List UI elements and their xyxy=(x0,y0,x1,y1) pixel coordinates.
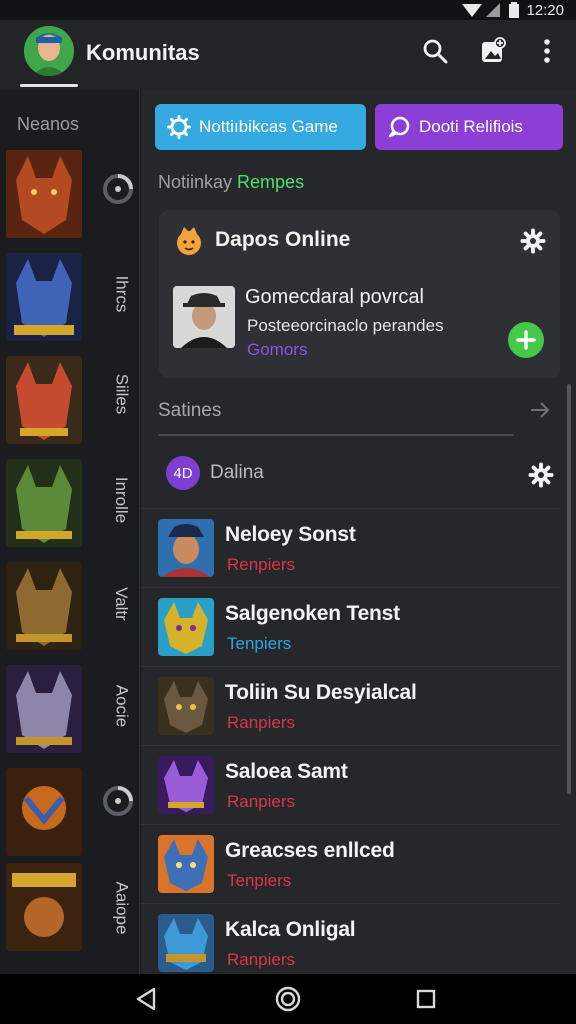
left-rail: Neanos Ihrcs Siiles Inrolle Valtr Aocie … xyxy=(0,90,140,974)
card-headline: Gomecdaral povrcal xyxy=(245,286,424,308)
compose-button[interactable] xyxy=(478,36,508,66)
game-notifications-button[interactable]: Nottiıbikcas Game xyxy=(155,104,366,150)
rail-thumb[interactable] xyxy=(6,562,82,650)
chat-icon xyxy=(388,116,410,138)
section-label: Satines xyxy=(158,400,222,421)
status-bar: 12:20 xyxy=(0,0,576,20)
rail-thumb[interactable] xyxy=(6,863,82,951)
server-settings-button[interactable] xyxy=(528,462,554,488)
card-description: Posteeorcinaclo perandes xyxy=(247,316,444,335)
game-thumbnail xyxy=(158,756,214,814)
direct-notifications-button[interactable]: Dooti Relifiois xyxy=(375,104,563,150)
game-thumbnail xyxy=(158,835,214,893)
list-item-title: Greacses enllced xyxy=(225,839,395,862)
list-item-title: Neloey Sonst xyxy=(225,523,356,546)
app-bar: Komunitas xyxy=(0,20,576,90)
battery-icon xyxy=(509,2,520,18)
card-title: Dapos Online xyxy=(215,228,351,251)
card-tag: Gomors xyxy=(247,340,308,359)
direct-notifications-label: Dooti Relifiois xyxy=(419,117,523,136)
server-icon: 4D xyxy=(166,456,200,490)
list-item[interactable]: Greacses enllced Tenpiers xyxy=(141,824,561,902)
plus-icon xyxy=(516,330,536,350)
list-item-title: Salgenoken Tenst xyxy=(225,602,400,625)
section-header[interactable]: Satines xyxy=(158,396,558,436)
section-subheading: Notiinkay Rempes xyxy=(158,172,305,192)
home-button[interactable] xyxy=(275,986,301,1012)
game-thumbnail xyxy=(158,914,214,972)
search-icon xyxy=(423,39,448,64)
rail-label: Siiles xyxy=(112,373,131,415)
rail-refresh-button[interactable] xyxy=(101,784,135,818)
rail-title: Neanos xyxy=(17,114,80,134)
list-item-title: Saloea Samt xyxy=(225,760,348,783)
list-item-subtitle: Tenpiers xyxy=(227,871,292,890)
search-button[interactable] xyxy=(420,36,450,66)
rail-label: Aaiope xyxy=(112,881,131,935)
recents-button[interactable] xyxy=(413,986,439,1012)
main-panel: Nottiıbikcas Game Dooti Relifiois Notiin… xyxy=(141,90,576,974)
page-title: Komunitas xyxy=(86,40,200,65)
refresh-ring-icon xyxy=(103,786,133,816)
rail-label: Inrolle xyxy=(112,476,131,524)
scrollbar[interactable] xyxy=(567,384,571,794)
system-nav-bar xyxy=(0,974,576,1024)
rail-label: Ihrcs xyxy=(112,275,131,313)
list-item-title: Kalca Onligal xyxy=(225,918,356,941)
active-indicator xyxy=(20,84,78,87)
list-item-subtitle: Ranpiers xyxy=(227,713,296,732)
rail-label: Aocie xyxy=(112,684,131,728)
rail-thumb[interactable] xyxy=(6,665,82,753)
back-triangle-icon xyxy=(136,987,156,1011)
list-item[interactable]: Toliin Su Desyialcal Ranpiers xyxy=(141,666,561,744)
add-button[interactable] xyxy=(508,322,544,358)
rail-thumb[interactable] xyxy=(6,253,82,341)
game-thumbnail xyxy=(158,598,214,656)
signal-icon xyxy=(462,3,501,17)
game-thumbnail xyxy=(158,519,214,577)
list-item-title: Toliin Su Desyialcal xyxy=(225,681,417,704)
profile-photo xyxy=(173,286,235,348)
crown-face-icon xyxy=(173,224,205,256)
list-item[interactable]: Salgenoken Tenst Tenpiers xyxy=(141,587,561,665)
rail-thumb[interactable] xyxy=(6,356,82,444)
card-settings-button[interactable] xyxy=(520,228,546,254)
game-thumbnail xyxy=(158,677,214,735)
arrow-right-icon[interactable] xyxy=(528,398,552,422)
list-item-subtitle: Renpiers xyxy=(227,555,296,574)
status-time: 12:20 xyxy=(526,1,564,19)
featured-card[interactable]: Dapos Online Gomecdaral povrcal Posteeor… xyxy=(159,210,560,378)
avatar[interactable] xyxy=(24,26,74,76)
back-button[interactable] xyxy=(134,986,160,1012)
rail-thumb[interactable] xyxy=(6,768,82,856)
rail-thumb[interactable] xyxy=(6,459,82,547)
more-vertical-icon xyxy=(544,39,550,63)
server-name: Dalina xyxy=(210,462,264,483)
game-notifications-label: Nottiıbikcas Game xyxy=(199,117,338,136)
list-item-subtitle: Tenpiers xyxy=(227,634,292,653)
refresh-ring-icon xyxy=(103,174,133,204)
rail-label: Valtr xyxy=(111,587,131,621)
home-circle-icon xyxy=(275,986,301,1012)
recents-square-icon xyxy=(416,989,436,1009)
list-item-subtitle: Ranpiers xyxy=(227,950,296,969)
settings-gear-icon xyxy=(528,462,554,488)
rail-refresh-button[interactable] xyxy=(101,172,135,206)
server-header[interactable]: 4D Dalina xyxy=(158,452,558,496)
list-item-subtitle: Ranpiers xyxy=(227,792,296,811)
compose-image-icon xyxy=(482,37,506,62)
list-item[interactable]: Kalca Onligal Ranpiers xyxy=(141,903,561,981)
overflow-menu-button[interactable] xyxy=(532,36,562,66)
list-item[interactable]: Saloea Samt Ranpiers xyxy=(141,745,561,823)
rail-thumb[interactable] xyxy=(6,150,82,238)
section-divider xyxy=(158,434,514,436)
list-item[interactable]: Neloey Sonst Renpiers xyxy=(141,508,561,586)
settings-gear-icon xyxy=(520,228,546,254)
gear-icon xyxy=(167,115,191,139)
